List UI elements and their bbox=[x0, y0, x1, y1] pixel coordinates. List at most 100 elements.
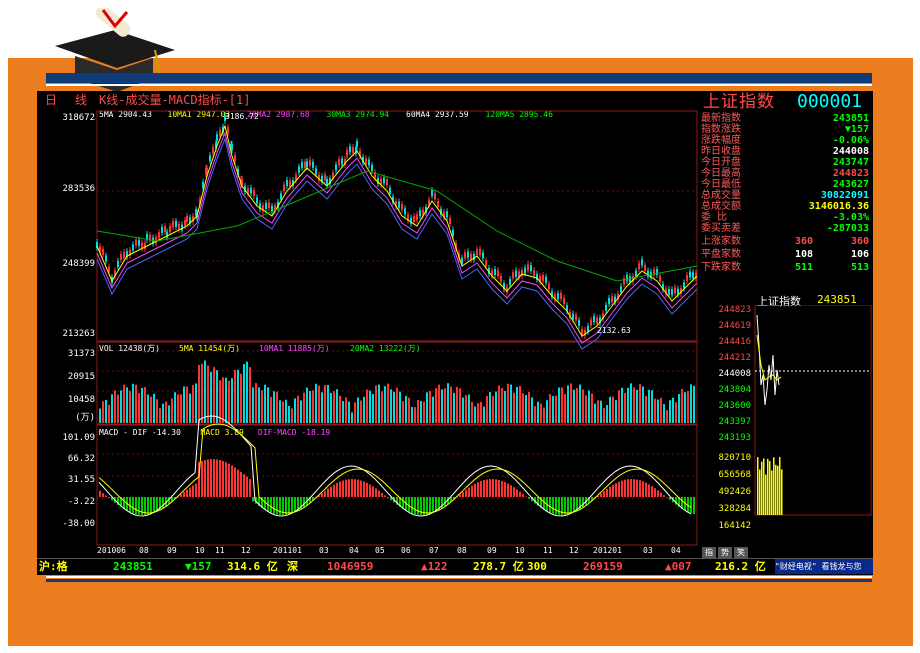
candle-body bbox=[356, 141, 358, 148]
status-item: 269159 bbox=[583, 560, 623, 573]
macd-bar bbox=[363, 481, 365, 497]
volume-bar bbox=[648, 389, 650, 423]
volume-bar bbox=[132, 383, 134, 423]
candle-body bbox=[352, 147, 354, 154]
volume-bar bbox=[138, 393, 140, 423]
candle-body bbox=[172, 221, 174, 228]
date-tick-label: 10 bbox=[515, 546, 525, 555]
volume-bar bbox=[588, 390, 590, 423]
volume-bar bbox=[204, 360, 206, 423]
macd-bar bbox=[552, 497, 554, 514]
candle-body bbox=[306, 161, 308, 168]
breadth-value: 360 bbox=[850, 236, 869, 247]
volume-bar bbox=[546, 400, 548, 423]
volume-bar bbox=[153, 393, 155, 423]
candle-body bbox=[434, 193, 436, 200]
candle-body bbox=[349, 146, 351, 153]
macd-legend-item: MACD 3.89 bbox=[200, 428, 244, 437]
volume-bar bbox=[210, 371, 212, 423]
macd-bar bbox=[630, 479, 632, 497]
macd-bar bbox=[147, 497, 149, 515]
macd-bar bbox=[252, 497, 254, 502]
volume-bar bbox=[345, 397, 347, 423]
candle-body bbox=[135, 239, 137, 246]
news-ticker[interactable]: "财经电视" 看钱龙与您 bbox=[775, 559, 873, 574]
macd-bar bbox=[204, 460, 206, 497]
candle-body bbox=[515, 270, 517, 277]
low-annotation: 2132.63 bbox=[597, 326, 631, 335]
intraday-volume-tick: 656568 bbox=[718, 470, 751, 480]
macd-bar bbox=[492, 479, 494, 497]
intraday-tick-label: 244416 bbox=[718, 337, 751, 347]
volume-bar bbox=[576, 388, 578, 423]
top-band-line bbox=[46, 84, 872, 86]
panel-tab[interactable]: 笑 bbox=[734, 547, 748, 558]
macd-bar bbox=[414, 497, 416, 515]
panel-tab[interactable]: 指 bbox=[702, 547, 716, 558]
volume-tick-label: (万) bbox=[75, 413, 95, 423]
index-name: 上证指数 bbox=[703, 92, 775, 112]
macd-bar bbox=[237, 469, 239, 497]
candle-body bbox=[161, 226, 163, 233]
volume-bar bbox=[201, 363, 203, 423]
candle-body bbox=[542, 274, 544, 281]
candle-body bbox=[315, 168, 317, 175]
macd-bar bbox=[294, 497, 296, 513]
macd-bar bbox=[645, 482, 647, 497]
macd-bar bbox=[480, 481, 482, 497]
candle-body bbox=[268, 202, 270, 209]
macd-bar bbox=[210, 459, 212, 497]
volume-tick-label: 20915 bbox=[67, 372, 95, 382]
macd-bar bbox=[189, 487, 191, 497]
macd-bar bbox=[381, 492, 383, 497]
panel-tab[interactable]: 势 bbox=[718, 547, 732, 558]
candle-body bbox=[234, 155, 236, 162]
volume-bar bbox=[375, 385, 377, 423]
candle-body bbox=[557, 293, 559, 300]
macd-bar bbox=[321, 493, 323, 497]
candle-body bbox=[219, 130, 221, 137]
volume-bar bbox=[276, 391, 278, 423]
volume-bar bbox=[489, 392, 491, 423]
volume-bar bbox=[378, 384, 380, 423]
breadth-label: 平盘家数 bbox=[701, 249, 741, 260]
volume-bar bbox=[330, 392, 332, 423]
candle-body bbox=[641, 259, 643, 266]
kline-chart[interactable]: 3186.72 2132.63 bbox=[37, 91, 699, 558]
intraday-tick-label: 244212 bbox=[718, 353, 751, 363]
candle-body bbox=[326, 178, 328, 185]
macd-bar bbox=[180, 494, 182, 497]
intraday-tick-label: 244619 bbox=[718, 321, 751, 331]
candle-body bbox=[449, 218, 451, 225]
macd-bar bbox=[501, 480, 503, 497]
intraday-volume-tick: 328284 bbox=[718, 504, 751, 514]
volume-bar bbox=[315, 383, 317, 423]
macd-bar bbox=[477, 482, 479, 497]
volume-bar bbox=[633, 387, 635, 423]
volume-bar bbox=[387, 383, 389, 423]
candle-body bbox=[398, 201, 400, 208]
intraday-volume-bar bbox=[757, 457, 759, 515]
volume-bar bbox=[369, 390, 371, 423]
candle-body bbox=[629, 276, 631, 283]
macd-bar bbox=[486, 479, 488, 497]
volume-bar bbox=[672, 397, 674, 423]
candle-body bbox=[365, 158, 367, 165]
volume-bar bbox=[492, 396, 494, 423]
volume-bar bbox=[300, 400, 302, 423]
volume-bar bbox=[495, 391, 497, 423]
volume-bar bbox=[603, 407, 605, 423]
macd-bar bbox=[555, 497, 557, 515]
volume-bar bbox=[159, 408, 161, 423]
breadth-row: 上涨家数 360 360 bbox=[699, 236, 871, 247]
volume-bar bbox=[684, 392, 686, 423]
volume-bar bbox=[246, 361, 248, 423]
volume-bar bbox=[165, 401, 167, 423]
macd-bar bbox=[432, 497, 434, 513]
volume-bar bbox=[372, 393, 374, 423]
intraday-volume-bar bbox=[761, 461, 763, 515]
macd-bar bbox=[525, 496, 527, 497]
volume-bar bbox=[408, 397, 410, 423]
volume-bar bbox=[384, 386, 386, 423]
volume-bar bbox=[483, 406, 485, 423]
